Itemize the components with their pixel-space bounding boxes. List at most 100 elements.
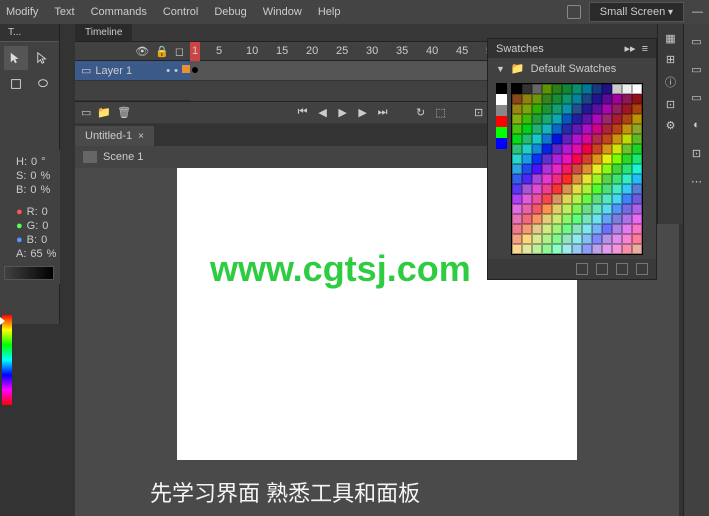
swatch-cell[interactable] (572, 114, 582, 124)
swatch-cell[interactable] (632, 164, 642, 174)
swatch-cell[interactable] (542, 204, 552, 214)
swatches-header[interactable]: Swatches ▸▸ ≡ (488, 39, 656, 58)
panel-icon-6[interactable]: ⋯ (688, 172, 706, 190)
swatch-cell[interactable] (632, 204, 642, 214)
panel-icon-5[interactable]: ⊡ (688, 144, 706, 162)
hue-slider[interactable] (2, 315, 12, 405)
swatch-cell[interactable] (522, 234, 532, 244)
swatch-cell[interactable] (582, 134, 592, 144)
swatch-cell[interactable] (592, 194, 602, 204)
swatch-cell[interactable] (552, 94, 562, 104)
swatch-cell[interactable] (572, 154, 582, 164)
properties-icon[interactable]: ▭ (688, 32, 706, 50)
g-value[interactable]: 0 (42, 220, 48, 232)
swatch-cell[interactable] (542, 194, 552, 204)
swatch-cell[interactable] (542, 94, 552, 104)
swatch-cell[interactable] (582, 124, 592, 134)
swatches-panel-icon[interactable]: ▦ (665, 32, 675, 45)
swatch-cell[interactable] (552, 114, 562, 124)
swatch-cell[interactable] (612, 94, 622, 104)
swatch-cell[interactable] (602, 154, 612, 164)
swatch-cell[interactable] (512, 244, 522, 254)
loop-icon[interactable]: ↻ (414, 106, 428, 120)
swatch-cell[interactable] (522, 184, 532, 194)
s-value[interactable]: 0 (30, 170, 36, 182)
new-folder-swatch-icon[interactable] (576, 263, 588, 275)
menu-commands[interactable]: Commands (91, 6, 147, 18)
swatch-cell[interactable] (542, 84, 552, 94)
swatch-cell[interactable] (622, 184, 632, 194)
swatch-cell[interactable] (532, 94, 542, 104)
swatch-cell[interactable] (532, 84, 542, 94)
swatch-cell[interactable] (602, 244, 612, 254)
swatch-cell[interactable] (512, 94, 522, 104)
swatch-cell[interactable] (602, 124, 612, 134)
swatch-cell[interactable] (582, 104, 592, 114)
swatch-cell[interactable] (602, 194, 612, 204)
swatch-cell[interactable] (612, 114, 622, 124)
free-transform-tool[interactable] (4, 72, 28, 96)
first-frame-icon[interactable]: ⏮ (296, 106, 310, 120)
swatch-cell[interactable] (612, 204, 622, 214)
swatch-cell[interactable] (582, 144, 592, 154)
swatch-cell[interactable] (552, 134, 562, 144)
subselection-tool[interactable] (31, 46, 55, 70)
swatch-cell[interactable] (602, 114, 612, 124)
play-icon[interactable]: ▶ (336, 106, 350, 120)
swatch-cell[interactable] (542, 184, 552, 194)
swatch-cell[interactable] (622, 144, 632, 154)
swatch-cell[interactable] (632, 214, 642, 224)
swatch-cell[interactable] (602, 134, 612, 144)
swatch-cell[interactable] (562, 114, 572, 124)
swatch-cell[interactable] (612, 124, 622, 134)
swatch-cell[interactable] (562, 124, 572, 134)
swatch-cell[interactable] (552, 124, 562, 134)
swatch-cell[interactable] (592, 144, 602, 154)
swatch-cell[interactable] (532, 204, 542, 214)
swatch-cell[interactable] (572, 204, 582, 214)
swatch-cell[interactable] (572, 244, 582, 254)
swatch-cell[interactable] (512, 214, 522, 224)
swatch-cell[interactable] (562, 194, 572, 204)
swatch-cell[interactable] (602, 164, 612, 174)
swatch-cell[interactable] (582, 194, 592, 204)
menu-control[interactable]: Control (163, 6, 198, 18)
swatch-cell[interactable] (592, 174, 602, 184)
swatch-cell[interactable] (542, 224, 552, 234)
panel-menu-icon[interactable]: ≡ (642, 43, 648, 55)
info-panel-icon[interactable]: ⓘ (665, 74, 676, 90)
swatch-cell[interactable] (552, 194, 562, 204)
swatch-cell[interactable] (532, 124, 542, 134)
swatch-cell[interactable] (602, 94, 612, 104)
menu-help[interactable]: Help (318, 6, 341, 18)
swatch-cell[interactable] (572, 94, 582, 104)
library-icon[interactable]: ▭ (688, 60, 706, 78)
swatch-cell[interactable] (552, 174, 562, 184)
swatch-cell[interactable] (562, 214, 572, 224)
swatch-cell[interactable] (612, 144, 622, 154)
swatch-cell[interactable] (542, 244, 552, 254)
swatch-cell[interactable] (542, 154, 552, 164)
swatch-cell[interactable] (512, 84, 522, 94)
swatch-cell[interactable] (592, 224, 602, 234)
swatch-cell[interactable] (582, 204, 592, 214)
menu-window[interactable]: Window (263, 6, 302, 18)
components-icon[interactable]: ⚙ (666, 119, 676, 132)
swatch-cell[interactable] (532, 214, 542, 224)
layer-name[interactable]: Layer 1 (95, 65, 132, 77)
swatch-cell[interactable] (592, 134, 602, 144)
swatch-cell[interactable] (562, 164, 572, 174)
center-frame-icon[interactable]: ⊡ (472, 106, 486, 120)
swatch-cell[interactable] (632, 244, 642, 254)
swatch-cell[interactable] (512, 154, 522, 164)
swatch-cell[interactable] (612, 154, 622, 164)
swatch-cell[interactable] (632, 144, 642, 154)
swatch-cell[interactable] (612, 84, 622, 94)
workspace-selector[interactable]: Small Screen ▾ (589, 2, 684, 22)
new-folder-icon[interactable]: 📁 (97, 106, 111, 119)
swatch-cell[interactable] (512, 234, 522, 244)
swatch-cell[interactable] (552, 214, 562, 224)
a-value[interactable]: 65 (30, 248, 42, 260)
close-doc-icon[interactable]: × (138, 131, 144, 142)
swatch-cell[interactable] (612, 244, 622, 254)
